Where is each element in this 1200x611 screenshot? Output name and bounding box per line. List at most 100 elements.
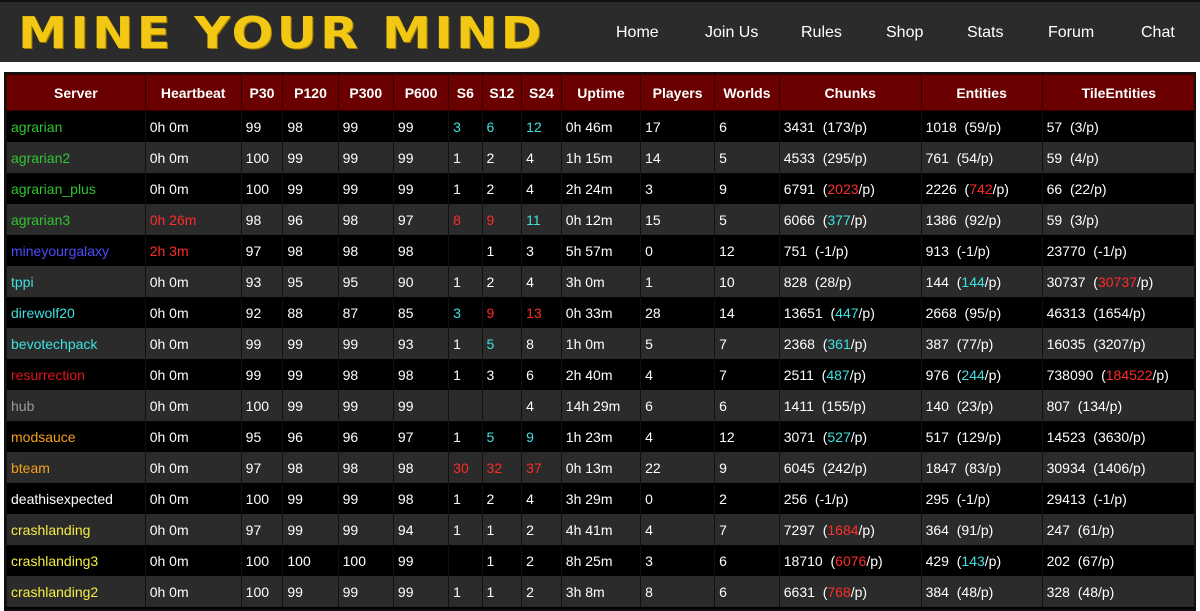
server-name[interactable]: agrarian3: [6, 204, 146, 235]
server-name[interactable]: crashlanding: [6, 514, 146, 545]
table-row[interactable]: bevotechpack 0h 0m 99 99 99 93 1 5 8 1h 0m 5 7 2368 …: [6, 328, 1194, 359]
nav-chat[interactable]: Chat: [1141, 24, 1175, 42]
chunks-cell: 1411 (155/p): [778, 390, 922, 421]
p600-cell: 98: [392, 452, 449, 483]
nav-shop[interactable]: Shop: [886, 24, 923, 42]
nav-forum[interactable]: Forum: [1048, 24, 1094, 42]
table-row[interactable]: agrarian 0h 0m 99 98 99 99 3 6 12 0h 46m 17 6 3431 (…: [6, 110, 1194, 142]
players-cell: 4: [640, 359, 715, 390]
tileentities-cell-open-paren: (: [1085, 242, 1098, 259]
players-cell: 6: [640, 390, 715, 421]
site-logo[interactable]: MINE YOUR MIND: [18, 12, 545, 56]
column-header-s24[interactable]: S24: [521, 74, 562, 111]
server-name[interactable]: bteam: [6, 452, 146, 483]
server-name[interactable]: resurrection: [6, 359, 146, 390]
tileentities-cell-value: 202: [1046, 552, 1070, 569]
table-row[interactable]: crashlanding2 0h 0m 100 99 99 99 1 1 2 3h 8m 8 6 663…: [6, 576, 1194, 607]
server-name[interactable]: modsauce: [6, 421, 146, 452]
server-name[interactable]: agrarian2: [6, 142, 146, 173]
uptime-cell: 2h 24m: [560, 173, 641, 204]
entities-cell-value: 2226: [925, 180, 957, 197]
tileentities-cell-suffix: /p): [1136, 273, 1154, 290]
chunks-cell-value: 828: [783, 273, 808, 290]
tileentities-cell-value: 66: [1046, 180, 1063, 197]
server-name[interactable]: agrarian_plus: [6, 173, 146, 204]
chunks-cell-per-player: 242: [827, 459, 851, 476]
column-header-entities[interactable]: Entities: [920, 74, 1043, 111]
nav-home[interactable]: Home: [616, 24, 659, 42]
entities-cell-per-player: 83: [969, 459, 985, 476]
table-row[interactable]: agrarian3 0h 26m 98 96 98 97 8 9 11 0h 12m 15 5 6066…: [6, 204, 1194, 235]
nav-rules[interactable]: Rules: [801, 24, 842, 42]
column-header-tileentities[interactable]: TileEntities: [1041, 74, 1194, 111]
s12-cell: 6: [481, 110, 522, 142]
column-header-p300[interactable]: P300: [337, 74, 394, 111]
column-header-p30[interactable]: P30: [240, 74, 284, 111]
tileentities-cell: 14523 (3630/p): [1041, 421, 1194, 452]
column-header-heartbeat[interactable]: Heartbeat: [144, 74, 242, 111]
p600-cell: 98: [392, 359, 449, 390]
s12-cell: 9: [481, 204, 522, 235]
server-name[interactable]: crashlanding2: [6, 576, 146, 607]
s24-cell: 2: [521, 545, 562, 576]
column-header-chunks[interactable]: Chunks: [778, 74, 922, 111]
table-row[interactable]: direwolf20 0h 0m 92 88 87 85 3 9 13 0h 33m 28 14 136…: [6, 297, 1194, 328]
tileentities-cell-suffix: /p): [1129, 459, 1146, 476]
table-row[interactable]: crashlanding3 0h 0m 100 100 100 99 1 2 8h 25m 3 6 1…: [6, 545, 1194, 576]
nav-stats[interactable]: Stats: [967, 24, 1003, 42]
nav-join-us[interactable]: Join Us: [705, 24, 758, 42]
s12-cell: 3: [481, 359, 522, 390]
column-header-p120[interactable]: P120: [282, 74, 339, 111]
table-row[interactable]: agrarian2 0h 0m 100 99 99 99 1 2 4 1h 15m 14 5 4533 …: [6, 142, 1194, 173]
tileentities-cell-value: 46313: [1046, 304, 1086, 321]
server-name[interactable]: hub: [6, 390, 146, 421]
column-header-p600[interactable]: P600: [392, 74, 450, 111]
column-header-server[interactable]: Server: [6, 74, 146, 111]
players-cell: 15: [640, 204, 715, 235]
uptime-cell: 3h 29m: [560, 483, 641, 514]
worlds-cell: 7: [714, 328, 780, 359]
table-row[interactable]: bteam 0h 0m 97 98 98 98 30 32 37 0h 13m 22 9 6045 (2…: [6, 452, 1194, 483]
entities-cell-value: 384: [925, 583, 949, 600]
table-row[interactable]: mineyourgalaxy 2h 3m 97 98 98 98 1 3 5h 57m 0 12 75…: [6, 235, 1194, 266]
table-row[interactable]: agrarian_plus 0h 0m 100 99 99 99 1 2 4 2h 24m 3 9 67…: [6, 173, 1194, 204]
entities-cell-per-player: 23: [961, 397, 977, 414]
p600-cell: 90: [392, 266, 449, 297]
players-cell: 0: [640, 483, 715, 514]
s6-cell: 1: [448, 142, 483, 173]
table-row[interactable]: hub 0h 0m 100 99 99 99 4 14h 29m 6 6 1411 (155/p) 1…: [6, 390, 1194, 421]
uptime-cell: 0h 33m: [560, 297, 641, 328]
column-header-players[interactable]: Players: [640, 74, 716, 111]
table-row[interactable]: modsauce 0h 0m 95 96 96 97 1 5 9 1h 23m 4 12 3071 (5…: [6, 421, 1194, 452]
p30-cell: 97: [240, 452, 283, 483]
players-cell: 8: [640, 576, 715, 607]
server-name[interactable]: bevotechpack: [6, 328, 146, 359]
entities-cell-open-paren: (: [948, 242, 962, 259]
server-name[interactable]: deathisexpected: [6, 483, 146, 514]
s12-cell: 2: [481, 173, 522, 204]
column-header-s12[interactable]: S12: [481, 74, 523, 111]
table-row[interactable]: resurrection 0h 0m 99 99 98 98 1 3 6 2h 40m 4 7 2511…: [6, 359, 1194, 390]
column-header-worlds[interactable]: Worlds: [714, 74, 780, 111]
server-name[interactable]: agrarian: [6, 110, 146, 142]
tileentities-cell-value: 738090: [1046, 366, 1094, 383]
p30-cell: 100: [240, 390, 283, 421]
server-name[interactable]: direwolf20: [6, 297, 146, 328]
server-name[interactable]: crashlanding3: [6, 545, 146, 576]
s6-cell: 1: [448, 514, 483, 545]
tileentities-cell: 738090 (184522/p): [1041, 359, 1194, 390]
chunks-cell-per-player: 155: [826, 397, 850, 414]
chunks-cell: 4533 (295/p): [778, 142, 922, 173]
table-row[interactable]: crashlanding 0h 0m 97 99 99 94 1 1 2 4h 41m 4 7 7297…: [6, 514, 1194, 545]
table-row[interactable]: deathisexpected 0h 0m 100 99 99 98 1 2 4 3h 29m 0 2…: [6, 483, 1194, 514]
server-name[interactable]: tppi: [6, 266, 146, 297]
entities-cell: 1018 (59/p): [920, 110, 1043, 142]
column-header-uptime[interactable]: Uptime: [560, 74, 642, 111]
server-name[interactable]: mineyourgalaxy: [6, 235, 146, 266]
column-header-s6[interactable]: S6: [448, 74, 483, 111]
entities-cell-per-player: 244: [961, 366, 985, 383]
table-row[interactable]: tppi 0h 0m 93 95 95 90 1 2 4 3h 0m 1 10 828 (28/p) 14…: [6, 266, 1194, 297]
heartbeat-cell: 0h 0m: [144, 359, 242, 390]
entities-cell-suffix: /p): [977, 583, 994, 600]
tileentities-cell-per-player: 67: [1082, 552, 1098, 569]
